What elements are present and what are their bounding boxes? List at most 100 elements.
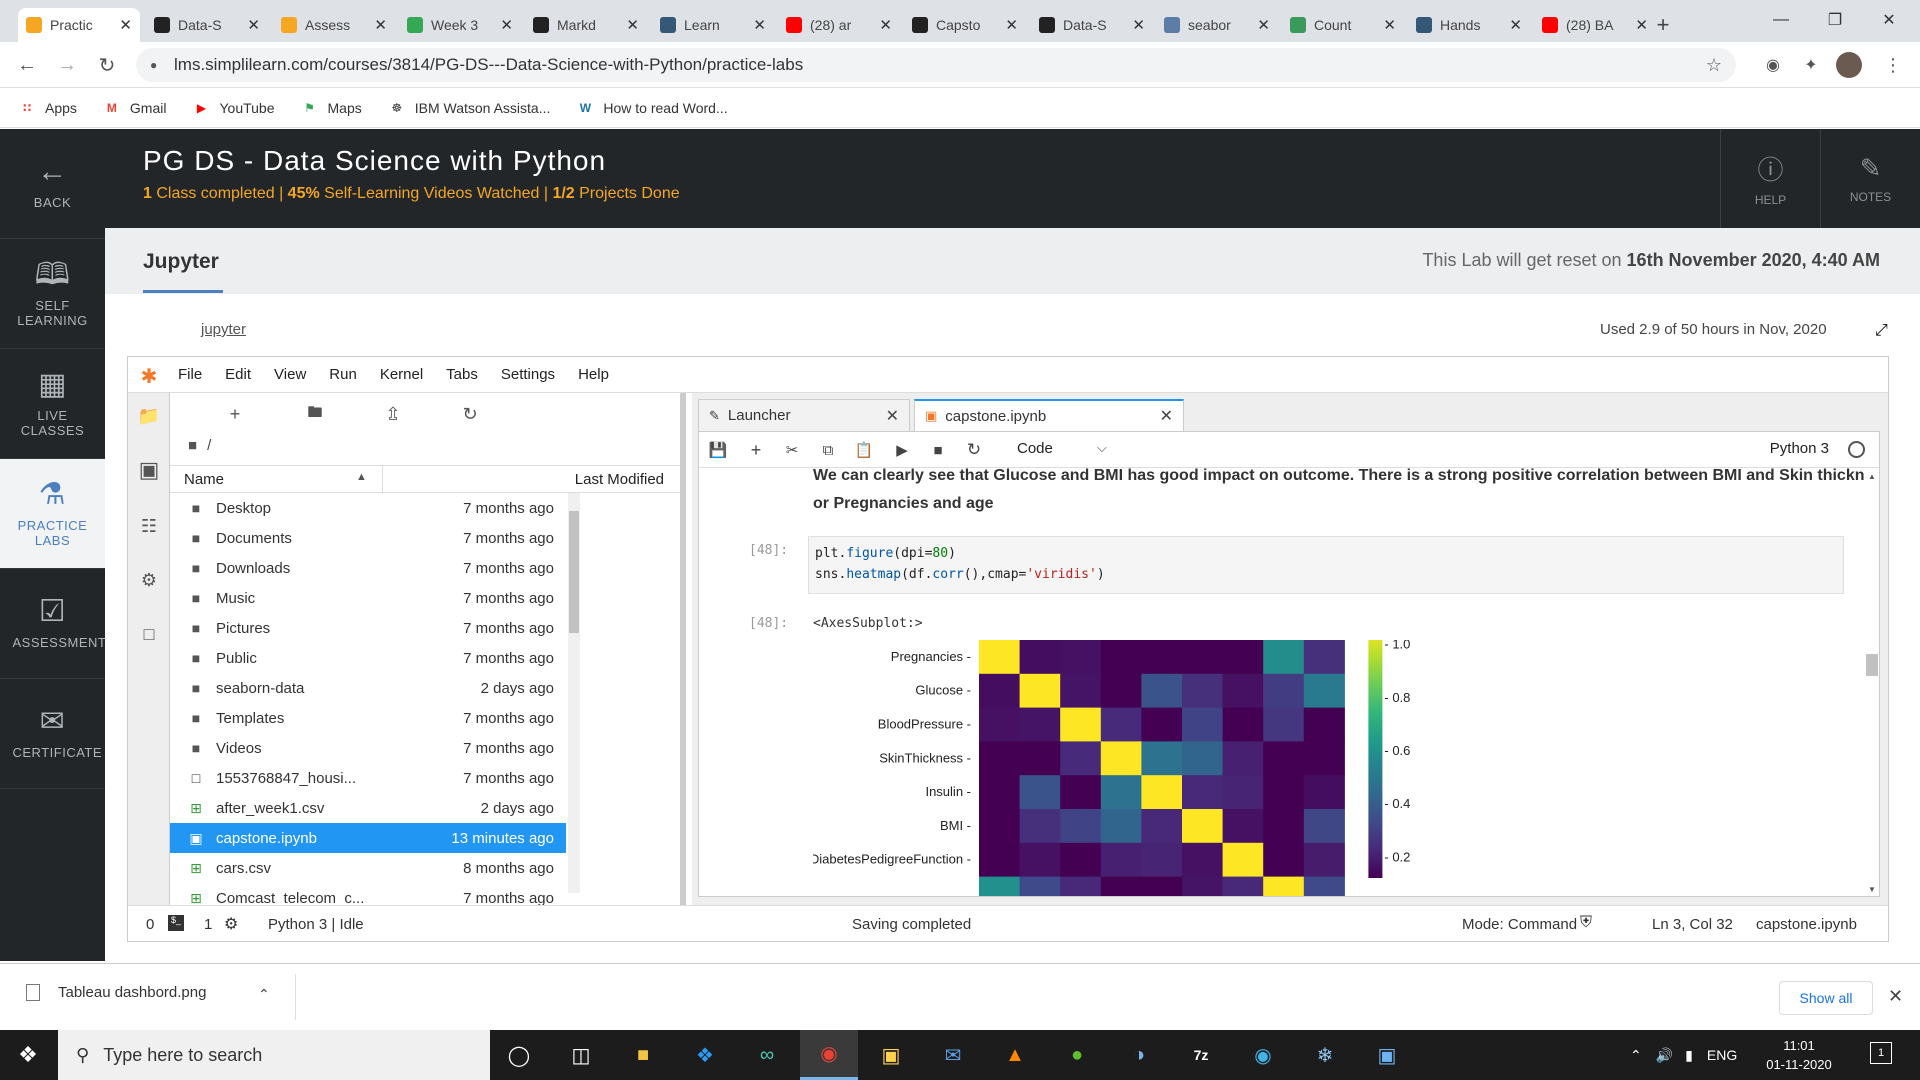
- close-tab-icon[interactable]: ✕: [886, 406, 899, 426]
- bookmark-star-icon[interactable]: ☆: [1706, 55, 1722, 76]
- browser-tab[interactable]: Capsto ✕: [904, 8, 1026, 42]
- folder-icon[interactable]: 📁: [136, 403, 162, 429]
- tab-launcher[interactable]: ✎ Launcher ✕: [698, 399, 910, 431]
- maximize-icon[interactable]: ❐: [1812, 0, 1858, 40]
- menu-run[interactable]: Run: [329, 366, 357, 383]
- rail-item[interactable]: ☑ ASSESSMENT: [0, 569, 106, 679]
- browser-tab[interactable]: Count ✕: [1282, 8, 1404, 42]
- snowflake-app-icon[interactable]: ❄: [1296, 1030, 1354, 1080]
- file-row[interactable]: ■ Music 7 months ago: [170, 583, 566, 613]
- menu-help[interactable]: Help: [578, 366, 609, 383]
- close-tab-icon[interactable]: ✕: [1383, 16, 1396, 34]
- address-bar[interactable]: ● lms.simplilearn.com/courses/3814/PG-DS…: [136, 48, 1736, 82]
- cortana-icon[interactable]: ◯: [490, 1030, 548, 1080]
- vlc-icon[interactable]: ▲: [986, 1030, 1044, 1080]
- chrome-icon[interactable]: ◉: [800, 1030, 858, 1080]
- file-row[interactable]: ▣ capstone.ipynb 13 minutes ago: [170, 823, 566, 853]
- menu-edit[interactable]: Edit: [225, 366, 251, 383]
- mail-icon[interactable]: ✉: [924, 1030, 982, 1080]
- minimize-icon[interactable]: —: [1758, 0, 1804, 40]
- bookmark-item[interactable]: ∷ Apps: [18, 100, 77, 116]
- cursor-position[interactable]: Ln 3, Col 32: [1652, 916, 1733, 933]
- restart-icon[interactable]: ↻: [961, 437, 987, 463]
- scroll-down-icon[interactable]: ▼: [1868, 885, 1876, 894]
- chevron-up-icon[interactable]: ⌃: [1630, 1047, 1642, 1064]
- new-launcher-plus-icon[interactable]: +: [220, 401, 250, 427]
- volume-icon[interactable]: 🔊: [1656, 1047, 1673, 1064]
- close-tab-icon[interactable]: ✕: [247, 16, 260, 34]
- battery-icon[interactable]: ▮: [1685, 1047, 1693, 1064]
- menu-file[interactable]: File: [178, 366, 202, 383]
- close-tab-icon[interactable]: ✕: [1257, 16, 1270, 34]
- close-tab-icon[interactable]: ✕: [119, 16, 132, 34]
- close-window-icon[interactable]: ✕: [1866, 0, 1912, 40]
- browser-tab[interactable]: Week 3 ✕: [399, 8, 521, 42]
- close-tab-icon[interactable]: ✕: [374, 16, 387, 34]
- browser-tab[interactable]: Assess ✕: [273, 8, 395, 42]
- bookmark-item[interactable]: W How to read Word...: [576, 100, 728, 116]
- fullscreen-icon[interactable]: ⤢: [1875, 322, 1888, 340]
- code-cell[interactable]: plt.figure(dpi=80) sns.heatmap(df.corr()…: [808, 536, 1844, 594]
- status-terminals-count[interactable]: 0: [146, 916, 154, 933]
- menu-view[interactable]: View: [274, 366, 306, 383]
- photos-icon[interactable]: ▣: [1358, 1030, 1416, 1080]
- 7zip-icon[interactable]: 7z: [1172, 1030, 1230, 1080]
- file-row[interactable]: ⊞ after_week1.csv 2 days ago: [170, 793, 566, 823]
- utorrent-icon[interactable]: ●: [1048, 1030, 1106, 1080]
- file-row[interactable]: ■ Public 7 months ago: [170, 643, 566, 673]
- edge-icon[interactable]: ◉: [1234, 1030, 1292, 1080]
- file-row[interactable]: ■ seaborn-data 2 days ago: [170, 673, 566, 703]
- rail-item[interactable]: ✉ CERTIFICATE: [0, 679, 105, 789]
- close-tab-icon[interactable]: ✕: [879, 16, 892, 34]
- browser-tab[interactable]: Learn ✕: [652, 8, 774, 42]
- reload-icon[interactable]: ↻: [92, 50, 122, 80]
- folder-icon[interactable]: ■: [188, 437, 197, 454]
- notebook-scrollbar[interactable]: ▲ ▼: [1865, 468, 1879, 896]
- browser-tab[interactable]: Data-S ✕: [1031, 8, 1153, 42]
- browser-tab[interactable]: Practic ✕: [18, 8, 140, 42]
- menu-settings[interactable]: Settings: [501, 366, 555, 383]
- browser-tab[interactable]: Hands ✕: [1408, 8, 1530, 42]
- close-tab-icon[interactable]: ✕: [1635, 16, 1648, 34]
- jupyter-link[interactable]: jupyter: [201, 321, 246, 338]
- extension-icon[interactable]: ◉: [1758, 50, 1788, 80]
- stop-icon[interactable]: ■: [925, 437, 951, 463]
- menu-tabs[interactable]: Tabs: [446, 366, 478, 383]
- new-folder-icon[interactable]: 🖿: [300, 401, 330, 427]
- copy-icon[interactable]: ⧉: [815, 437, 841, 463]
- bookmark-item[interactable]: ☸ IBM Watson Assista...: [388, 100, 550, 116]
- paste-icon[interactable]: 📋: [851, 437, 877, 463]
- file-row[interactable]: ⊞ Comcast_telecom_c... 7 months ago: [170, 883, 566, 906]
- taskbar-search[interactable]: ⚲ Type here to search: [58, 1030, 490, 1080]
- puzzle-icon[interactable]: ✦: [1796, 50, 1826, 80]
- scrollbar-thumb[interactable]: [569, 511, 579, 633]
- browser-tab[interactable]: (28) BA ✕: [1534, 8, 1656, 42]
- bookmark-item[interactable]: ⚑ Maps: [301, 100, 362, 116]
- close-tab-icon[interactable]: ✕: [1132, 16, 1145, 34]
- close-icon[interactable]: ✕: [1888, 986, 1903, 1007]
- save-icon[interactable]: 💾: [705, 437, 731, 463]
- file-row[interactable]: ■ Videos 7 months ago: [170, 733, 566, 763]
- bookmark-item[interactable]: ▶ YouTube: [192, 100, 275, 116]
- new-tab-button[interactable]: +: [1648, 8, 1678, 42]
- upload-icon[interactable]: ⇫: [378, 401, 408, 427]
- clock[interactable]: 11:01 01-11-2020: [1762, 1036, 1836, 1074]
- profile-avatar[interactable]: [1836, 52, 1862, 78]
- file-list-scrollbar[interactable]: [568, 493, 580, 893]
- download-item[interactable]: Tableau dashbord.png: [26, 984, 206, 1001]
- kernel-name[interactable]: Python 3: [1770, 440, 1829, 457]
- bookmark-item[interactable]: M Gmail: [103, 100, 167, 116]
- notification-icon[interactable]: 1: [1870, 1042, 1892, 1064]
- back-arrow-icon[interactable]: ←: [12, 50, 42, 80]
- file-row[interactable]: ■ Templates 7 months ago: [170, 703, 566, 733]
- file-row[interactable]: ■ Documents 7 months ago: [170, 523, 566, 553]
- close-tab-icon[interactable]: ✕: [1005, 16, 1018, 34]
- store-icon[interactable]: ▣: [862, 1030, 920, 1080]
- kernel-state[interactable]: Python 3 | Idle: [268, 916, 364, 933]
- browser-tab[interactable]: seabor ✕: [1156, 8, 1278, 42]
- forward-arrow-icon[interactable]: →: [52, 50, 82, 80]
- close-tab-icon[interactable]: ✕: [1509, 16, 1522, 34]
- cell-type-select[interactable]: Code: [1017, 440, 1053, 457]
- status-kernels-count[interactable]: 1: [204, 916, 212, 933]
- task-view-icon[interactable]: ◫: [552, 1030, 610, 1080]
